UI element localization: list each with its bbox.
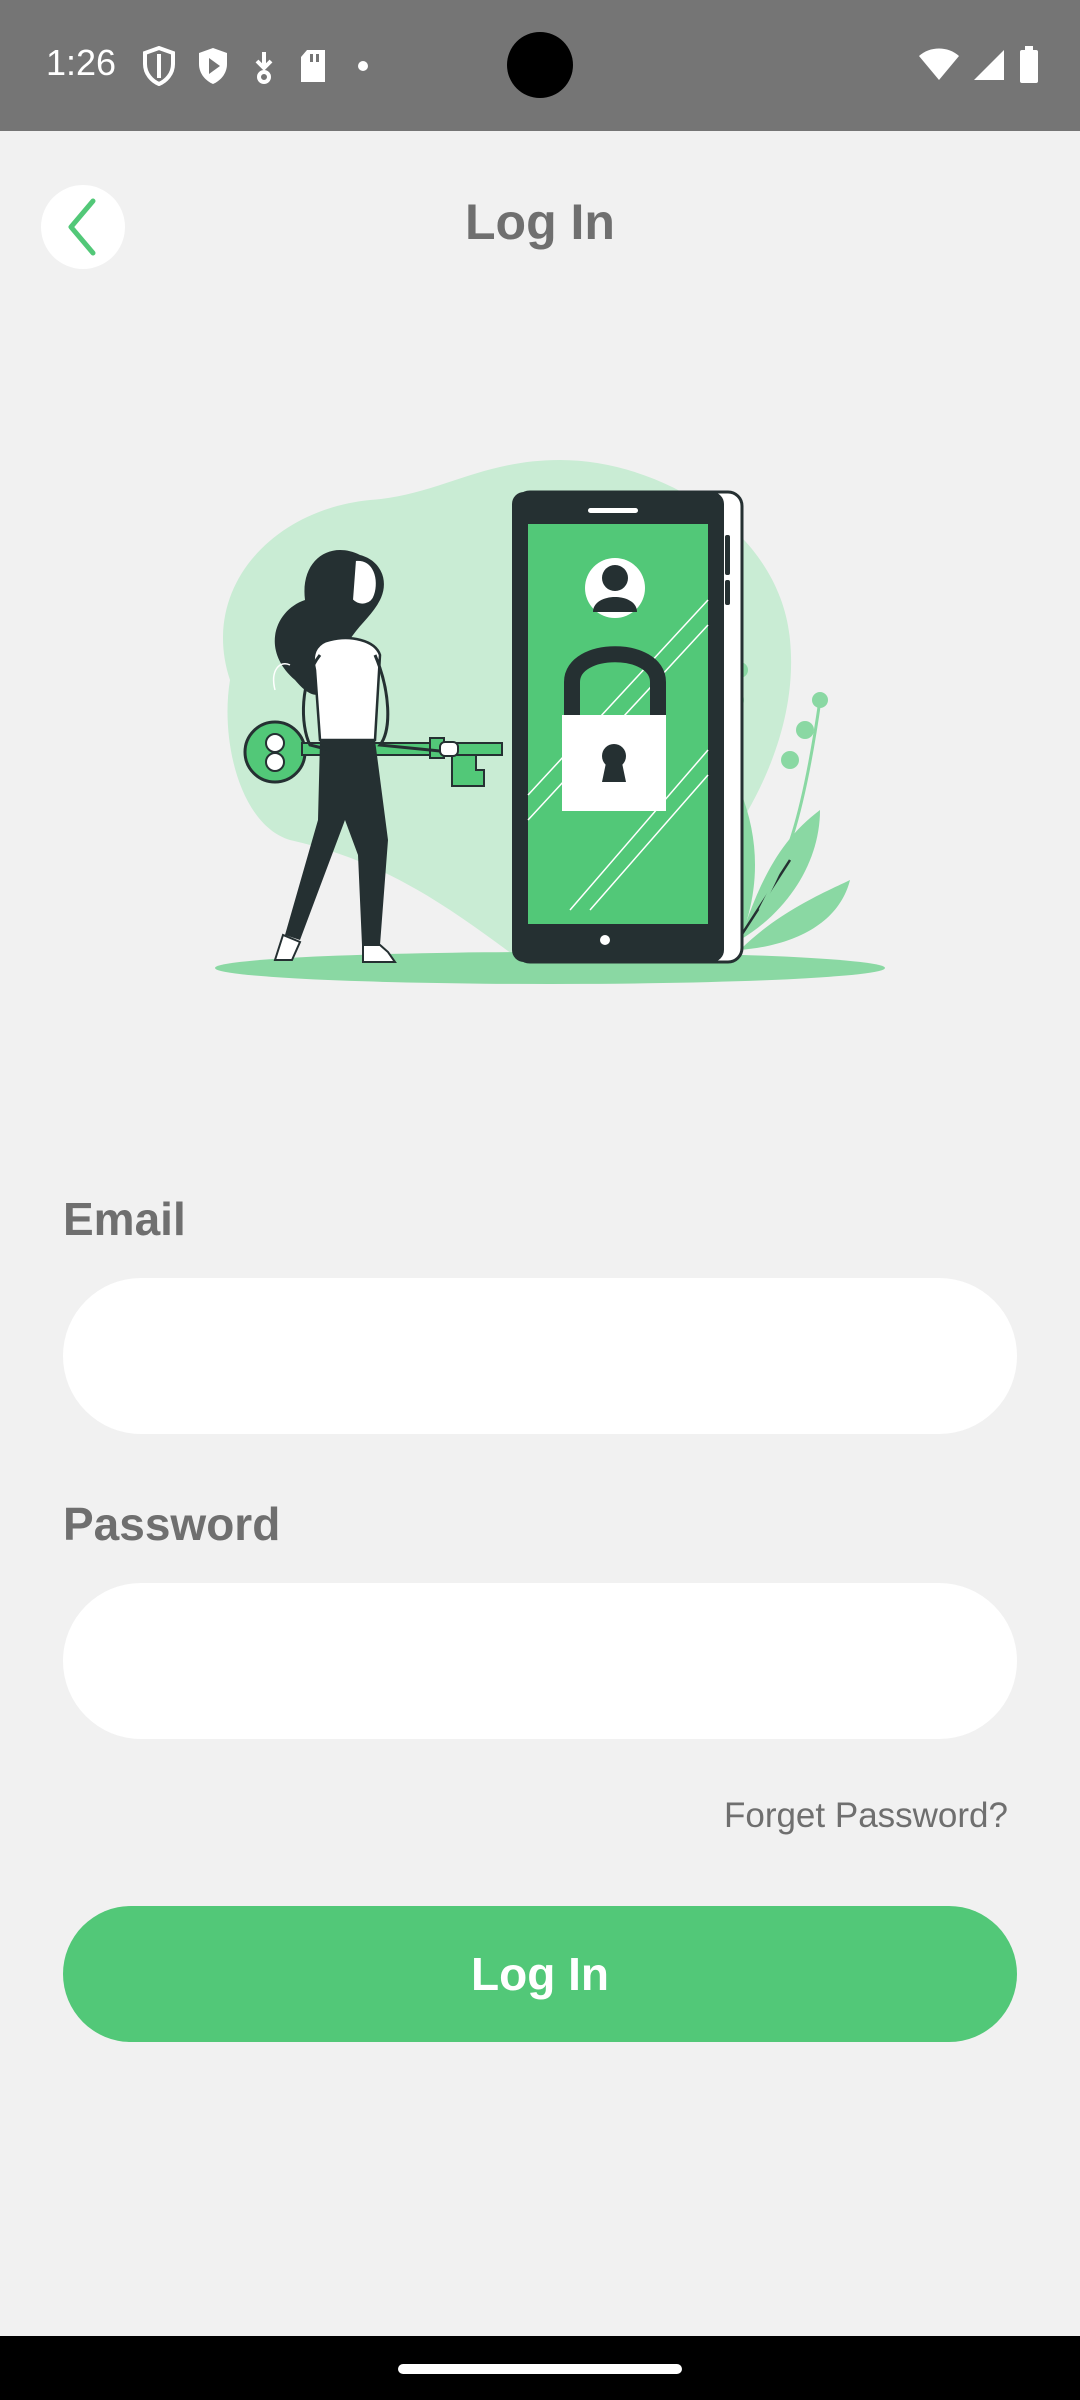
dot-icon <box>358 61 368 71</box>
status-icons-left <box>142 46 378 86</box>
page-title: Log In <box>465 194 615 250</box>
camera-cutout <box>507 32 573 98</box>
status-icons-right <box>918 46 1040 84</box>
wifi-icon <box>919 48 959 80</box>
illustration-graphic <box>215 460 885 984</box>
shield-icon <box>143 46 175 86</box>
play-protect-icon <box>199 48 227 84</box>
battery-icon <box>1020 46 1038 83</box>
home-indicator[interactable] <box>398 2364 682 2374</box>
download-icon <box>255 52 273 84</box>
email-label: Email <box>63 1193 186 1245</box>
app-bar: Log In <box>0 131 1080 321</box>
login-button[interactable]: Log In <box>63 1906 1017 2042</box>
status-time: 1:26 <box>46 42 117 83</box>
phone-shape <box>512 490 744 964</box>
sd-card-icon <box>301 50 325 82</box>
status-bar: 1:26 <box>0 0 1080 131</box>
signal-icon <box>974 50 1004 80</box>
password-label: Password <box>63 1498 281 1550</box>
login-illustration <box>180 440 900 1000</box>
password-field[interactable] <box>63 1583 1017 1739</box>
forgot-password-link[interactable]: Forget Password? <box>724 1796 1008 1836</box>
email-field[interactable] <box>63 1278 1017 1434</box>
